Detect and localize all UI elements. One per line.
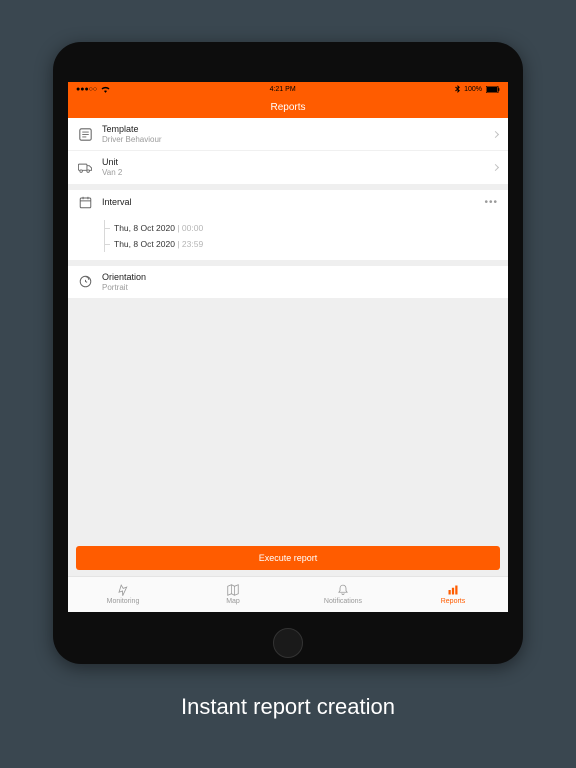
row-interval-title: Interval: [102, 197, 484, 208]
battery-icon: [486, 86, 500, 93]
status-bar: ●●●○○ 4:21 PM 100%: [68, 82, 508, 96]
tab-monitoring[interactable]: Monitoring: [68, 577, 178, 612]
orientation-icon: [78, 275, 92, 289]
row-interval-header[interactable]: Interval •••: [68, 190, 508, 216]
interval-to-date: Thu, 8 Oct 2020: [114, 239, 175, 249]
interval-body: Thu, 8 Oct 2020 | 00:00 Thu, 8 Oct 2020 …: [68, 216, 508, 260]
row-unit-title: Unit: [102, 157, 493, 168]
tablet-frame: ●●●○○ 4:21 PM 100% Reports: [53, 42, 523, 664]
map-icon: [227, 584, 239, 596]
tab-notifications[interactable]: Notifications: [288, 577, 398, 612]
calendar-icon: [78, 196, 92, 210]
chevron-right-icon: [492, 131, 499, 138]
row-template-title: Template: [102, 124, 493, 135]
status-time: 4:21 PM: [270, 86, 296, 93]
tab-label: Map: [226, 598, 240, 605]
execute-report-button[interactable]: Execute report: [76, 546, 500, 570]
interval-to-time: 23:59: [182, 239, 203, 249]
bluetooth-icon: [455, 85, 460, 93]
row-unit-value: Van 2: [102, 168, 493, 178]
tab-bar: Monitoring Map Notifications Reports: [68, 576, 508, 612]
home-button[interactable]: [273, 628, 303, 658]
signal-dots-icon: ●●●○○: [76, 86, 97, 93]
tab-label: Monitoring: [107, 598, 140, 605]
wifi-icon: [101, 86, 110, 93]
interval-from-time: 00:00: [182, 223, 203, 233]
interval-from-date: Thu, 8 Oct 2020: [114, 223, 175, 233]
bell-icon: [337, 584, 349, 596]
content-area: Template Driver Behaviour Unit Van 2: [68, 118, 508, 540]
battery-text: 100%: [464, 86, 482, 93]
execute-wrap: Execute report: [68, 540, 508, 576]
unit-icon: [78, 161, 92, 175]
more-icon[interactable]: •••: [484, 197, 498, 208]
tab-label: Notifications: [324, 598, 362, 605]
nav-bar: Reports: [68, 96, 508, 118]
monitoring-icon: [117, 584, 129, 596]
interval-to[interactable]: Thu, 8 Oct 2020 | 23:59: [102, 236, 498, 252]
page-title: Reports: [270, 102, 305, 113]
tab-reports[interactable]: Reports: [398, 577, 508, 612]
interval-from[interactable]: Thu, 8 Oct 2020 | 00:00: [102, 220, 498, 236]
row-unit[interactable]: Unit Van 2: [68, 150, 508, 183]
row-orientation-title: Orientation: [102, 272, 498, 283]
tab-map[interactable]: Map: [178, 577, 288, 612]
chevron-right-icon: [492, 164, 499, 171]
row-template-value: Driver Behaviour: [102, 135, 493, 145]
template-icon: [78, 127, 92, 141]
screen: ●●●○○ 4:21 PM 100% Reports: [68, 82, 508, 612]
row-template[interactable]: Template Driver Behaviour: [68, 118, 508, 150]
tab-label: Reports: [441, 598, 466, 605]
row-orientation-value: Portrait: [102, 283, 498, 293]
row-orientation[interactable]: Orientation Portrait: [68, 266, 508, 298]
caption: Instant report creation: [181, 694, 395, 720]
reports-icon: [447, 584, 459, 596]
